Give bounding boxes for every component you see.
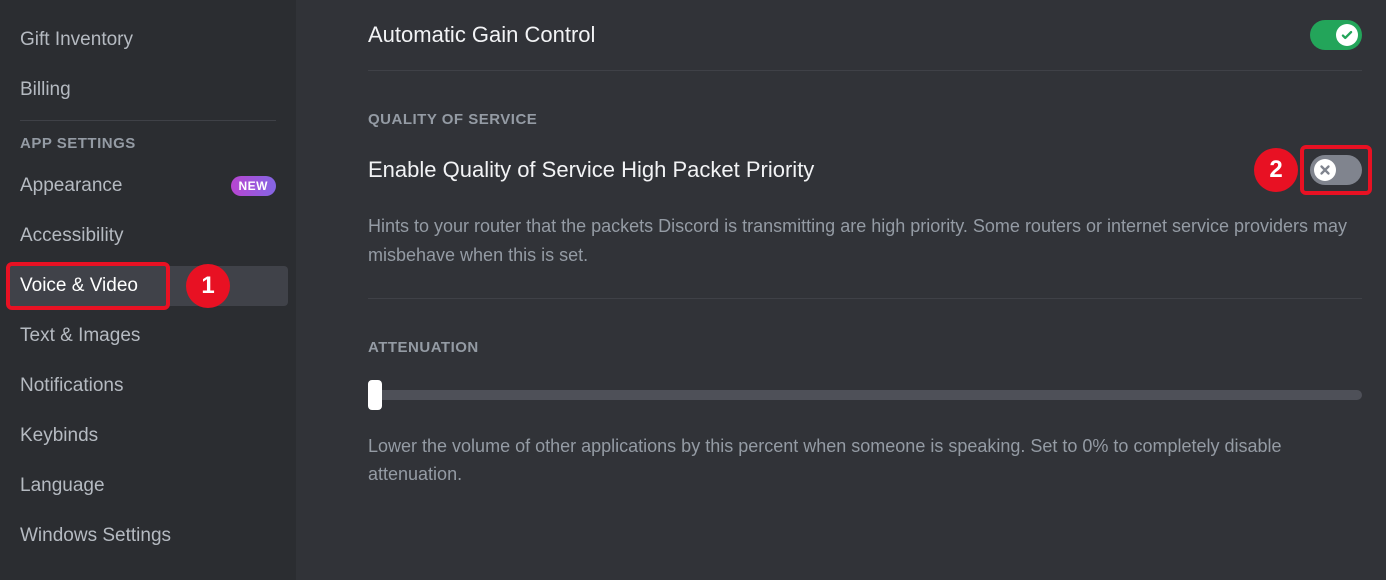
setting-auto-gain-control: Automatic Gain Control <box>368 20 1362 50</box>
annotation-number: 2 <box>1269 156 1282 184</box>
settings-content: Automatic Gain Control QUALITY OF SERVIC… <box>296 0 1386 580</box>
slider-thumb[interactable] <box>368 380 382 410</box>
setting-label: Automatic Gain Control <box>368 22 595 48</box>
section-divider <box>368 298 1362 299</box>
check-icon <box>1340 28 1354 42</box>
sidebar-item-appearance[interactable]: Appearance NEW <box>8 166 288 206</box>
sidebar-divider <box>20 120 276 121</box>
sidebar-item-label: Text & Images <box>20 325 140 347</box>
sidebar-item-label: Appearance <box>20 175 122 197</box>
toggle-knob <box>1314 159 1336 181</box>
sidebar-item-label: Language <box>20 475 105 497</box>
sidebar-item-label: Voice & Video <box>20 275 138 297</box>
x-icon <box>1318 163 1332 177</box>
setting-description: Hints to your router that the packets Di… <box>368 212 1362 270</box>
settings-sidebar: Gift Inventory Billing APP SETTINGS Appe… <box>0 0 296 580</box>
sidebar-item-text-images[interactable]: Text & Images <box>8 316 288 356</box>
new-badge: NEW <box>231 176 277 196</box>
attenuation-slider[interactable] <box>368 376 1362 416</box>
toggle-qos-priority[interactable] <box>1310 155 1362 185</box>
annotation-marker-2: 2 <box>1254 148 1298 192</box>
toggle-knob <box>1336 24 1358 46</box>
toggle-auto-gain-control[interactable] <box>1310 20 1362 50</box>
sidebar-item-label: Notifications <box>20 375 124 397</box>
setting-label: Enable Quality of Service High Packet Pr… <box>368 157 814 183</box>
sidebar-item-label: Billing <box>20 79 71 101</box>
setting-description: Lower the volume of other applications b… <box>368 432 1362 490</box>
sidebar-item-language[interactable]: Language <box>8 466 288 506</box>
setting-qos-priority: Enable Quality of Service High Packet Pr… <box>368 148 1362 192</box>
sidebar-item-billing[interactable]: Billing <box>8 70 288 110</box>
section-header-qos: QUALITY OF SERVICE <box>368 111 1362 128</box>
sidebar-header-app-settings: APP SETTINGS <box>8 135 288 152</box>
sidebar-item-label: Windows Settings <box>20 525 171 547</box>
sidebar-item-label: Accessibility <box>20 225 123 247</box>
sidebar-item-label: Keybinds <box>20 425 98 447</box>
sidebar-item-gift-inventory[interactable]: Gift Inventory <box>8 20 288 60</box>
sidebar-item-label: Gift Inventory <box>20 29 133 51</box>
section-divider <box>368 70 1362 71</box>
sidebar-item-notifications[interactable]: Notifications <box>8 366 288 406</box>
sidebar-item-windows-settings[interactable]: Windows Settings <box>8 516 288 556</box>
section-header-attenuation: ATTENUATION <box>368 339 1362 356</box>
slider-track <box>368 390 1362 400</box>
sidebar-item-accessibility[interactable]: Accessibility <box>8 216 288 256</box>
sidebar-item-voice-video[interactable]: Voice & Video <box>8 266 288 306</box>
sidebar-item-keybinds[interactable]: Keybinds <box>8 416 288 456</box>
